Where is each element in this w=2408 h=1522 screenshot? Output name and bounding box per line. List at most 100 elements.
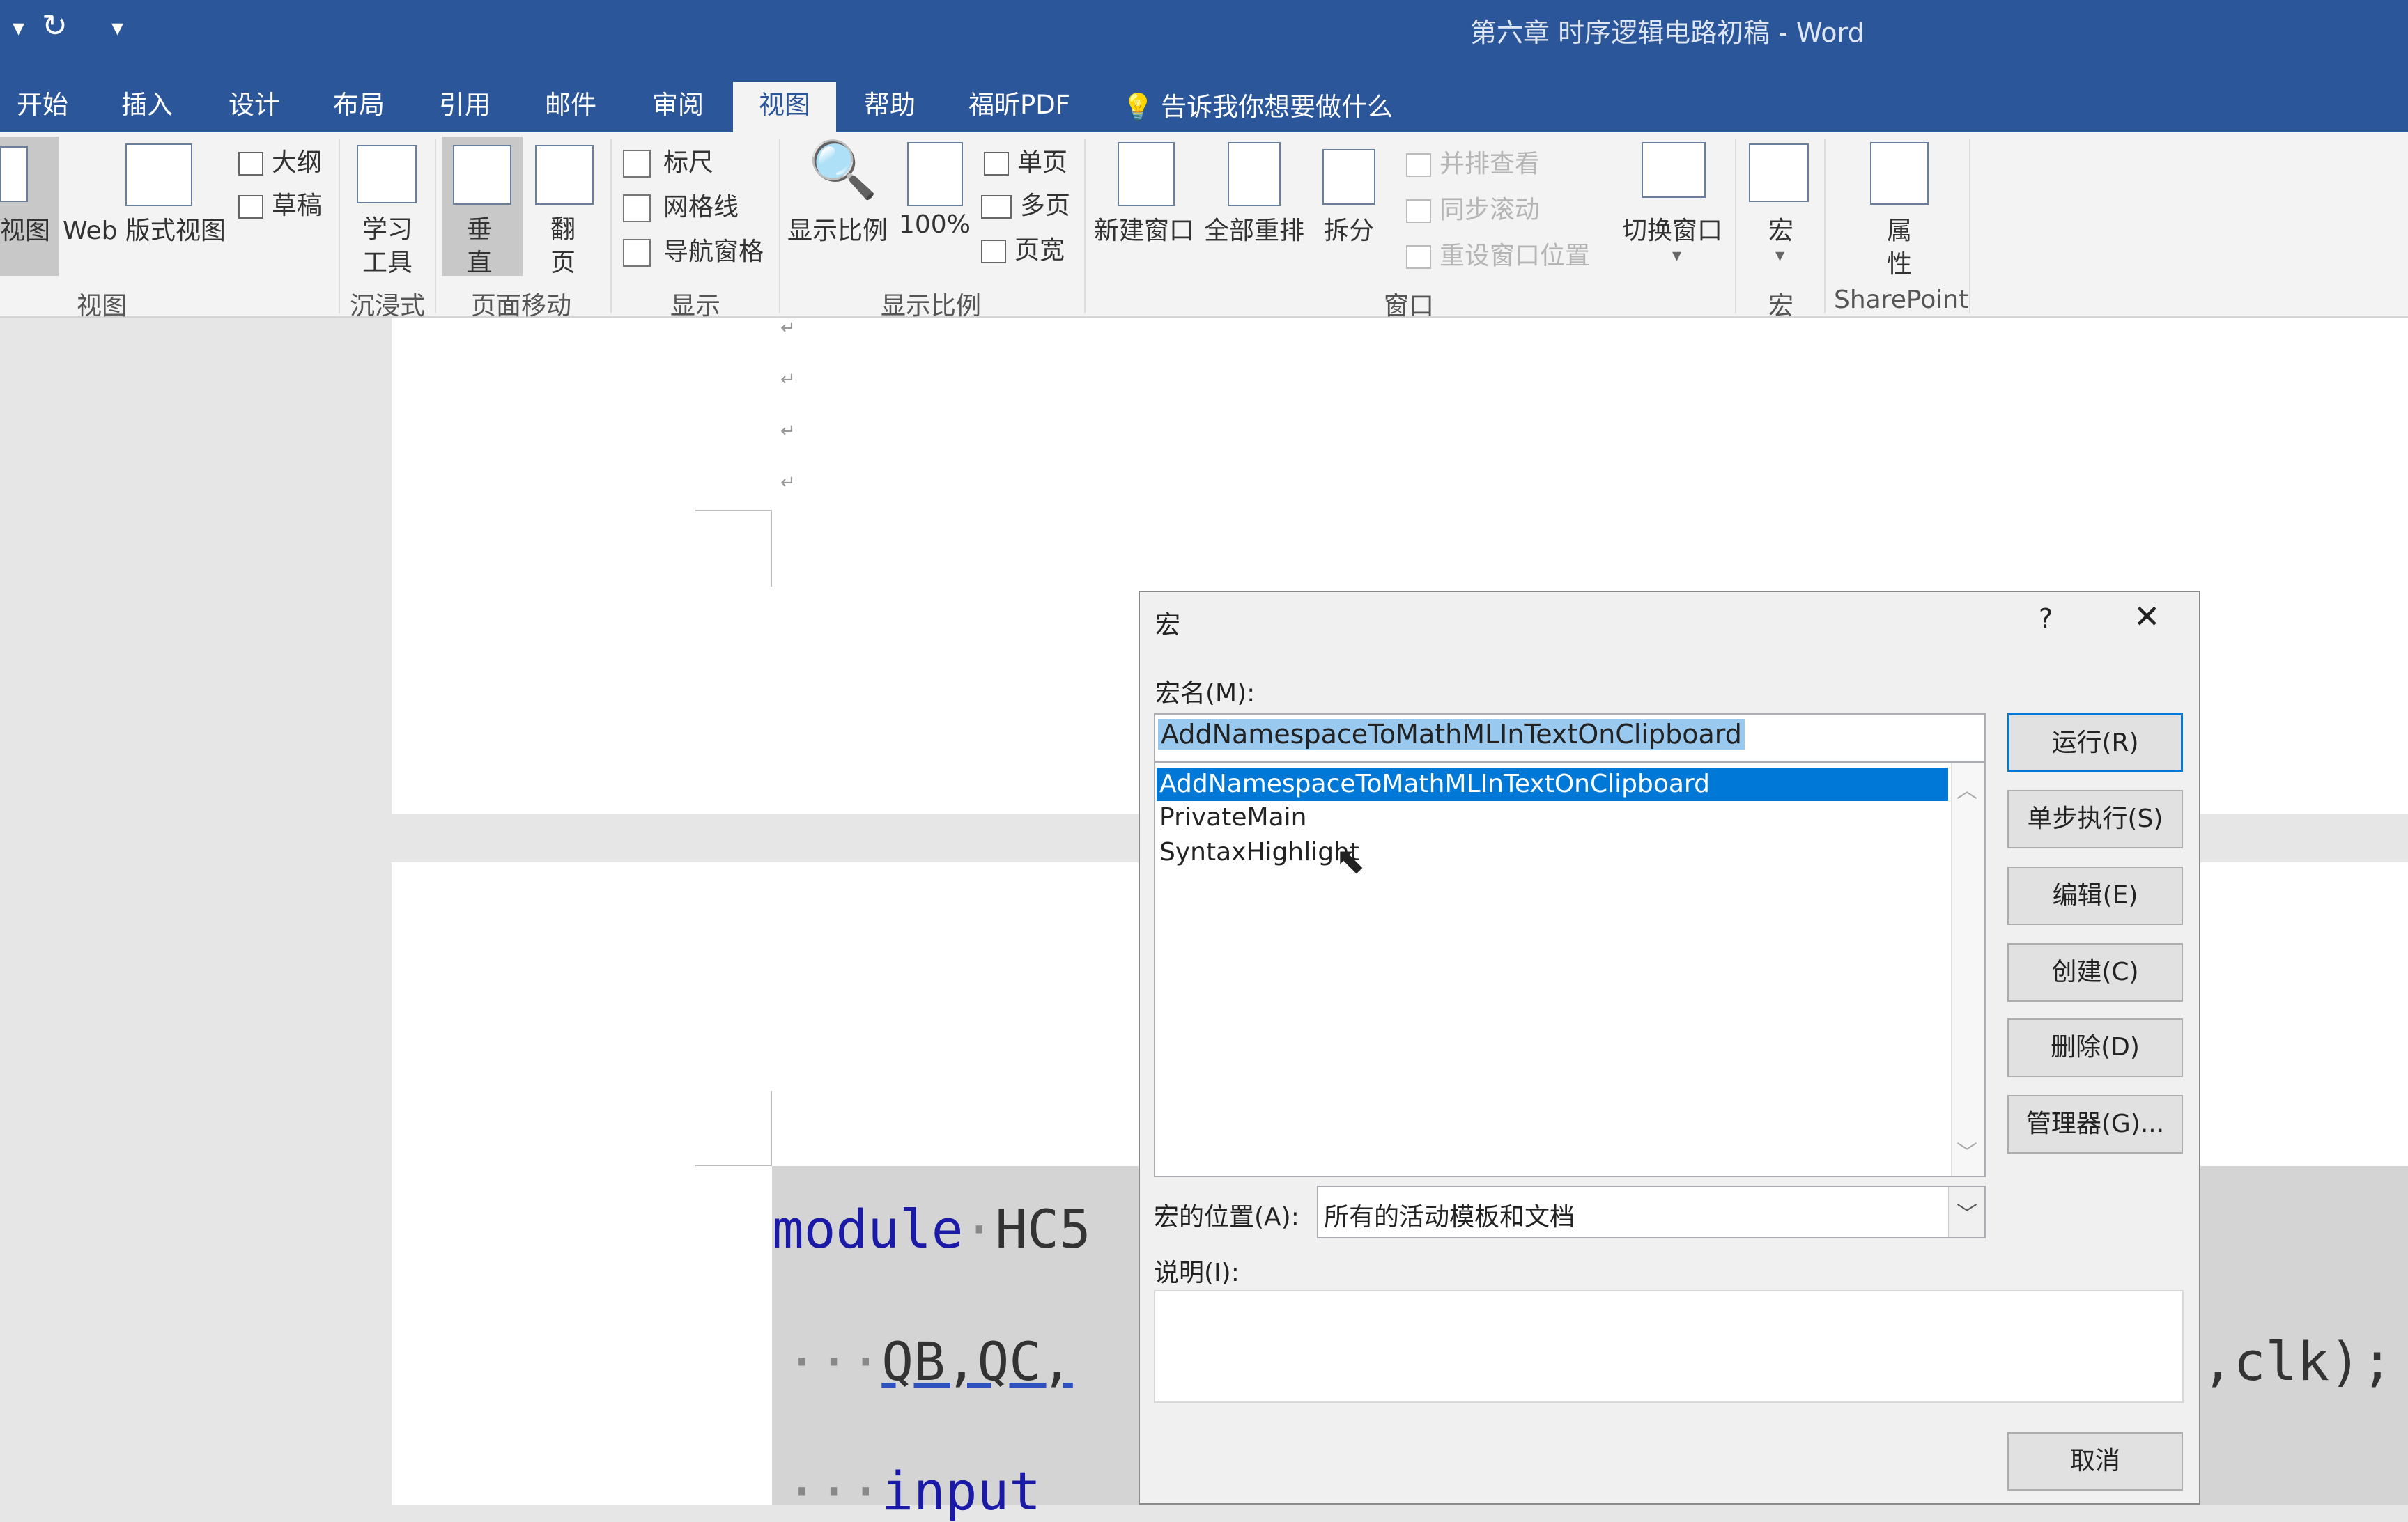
tab-foxit-pdf[interactable]: 福昕PDF — [953, 82, 1086, 132]
tab-references[interactable]: 引用 — [424, 82, 506, 132]
ruler-label: 标尺 — [663, 148, 714, 177]
redo-icon[interactable]: ↻ — [42, 8, 68, 44]
draft-button[interactable]: 草稿 — [238, 185, 322, 222]
gridlines-label: 网格线 — [663, 193, 739, 222]
outline-label: 大纲 — [272, 148, 323, 177]
run-button[interactable]: 运行(R) — [2007, 713, 2183, 772]
scroll-up-icon[interactable]: ︿ — [1957, 773, 1977, 804]
vertical-scroll-icon — [453, 145, 511, 205]
gridlines-check[interactable] — [623, 194, 651, 222]
zoom-100-button[interactable]: 100% — [899, 210, 971, 239]
tab-help[interactable]: 帮助 — [849, 82, 931, 132]
group-label-show: 显示 — [670, 292, 721, 320]
scroll-down-icon[interactable]: ﹀ — [1957, 1135, 1977, 1166]
ruler-checkbox[interactable]: 标尺 — [623, 142, 713, 178]
nav-pane-checkbox[interactable]: 导航窗格 — [623, 231, 764, 267]
group-label-window: 窗口 — [1384, 292, 1435, 320]
divider — [779, 139, 780, 313]
vertical-label-2: 直 — [467, 249, 493, 277]
draft-label: 草稿 — [272, 192, 323, 220]
tell-me-label: 告诉我你想要做什么 — [1161, 92, 1394, 122]
one-page-label: 单页 — [1017, 148, 1068, 177]
split-button[interactable]: 拆分 — [1324, 210, 1374, 247]
page-width-button[interactable]: 页宽 — [981, 230, 1065, 266]
switch-windows-button[interactable]: 切换窗口 — [1622, 210, 1722, 247]
ruler-check[interactable] — [623, 150, 651, 178]
description-label: 说明(I): — [1154, 1259, 1240, 1287]
nav-pane-check[interactable] — [623, 239, 651, 267]
tab-insert[interactable]: 插入 — [106, 82, 188, 132]
switch-windows-dropdown-icon[interactable]: ▾ — [1672, 245, 1681, 266]
flip-page-button[interactable]: 翻 — [550, 209, 576, 245]
learning-tools-button[interactable]: 学习 — [362, 209, 412, 245]
customize-arrow-icon[interactable]: ▾ — [13, 14, 24, 42]
reset-window-position-button[interactable]: 重设窗口位置 — [1406, 235, 1590, 272]
chevron-down-icon[interactable]: ﹀ — [1957, 1197, 1977, 1227]
properties-button[interactable]: 属 — [1887, 210, 1912, 247]
side-by-side-label: 并排查看 — [1440, 150, 1541, 178]
tell-me-box[interactable]: 💡 告诉我你想要做什么 — [1106, 82, 1408, 132]
web-layout-icon — [125, 143, 192, 206]
code-line-3: ···input — [786, 1460, 1042, 1522]
tab-view[interactable]: 视图 — [733, 82, 836, 132]
margin-guide — [695, 510, 772, 511]
list-item[interactable]: SyntaxHighlight — [1159, 836, 1359, 869]
delete-button[interactable]: 删除(D) — [2007, 1018, 2183, 1077]
code-line-2-right: ,clk); — [2202, 1330, 2393, 1392]
tab-home[interactable]: 开始 — [1, 82, 84, 132]
one-page-icon — [984, 152, 1009, 176]
organizer-button[interactable]: 管理器(G)... — [2007, 1095, 2183, 1154]
margin-guide — [695, 1165, 772, 1166]
tab-review[interactable]: 审阅 — [637, 82, 719, 132]
web-layout-button[interactable]: Web 版式视图 — [63, 210, 226, 247]
tab-layout[interactable]: 布局 — [318, 82, 400, 132]
sync-scroll-label: 同步滚动 — [1440, 196, 1541, 224]
macro-name-value: AddNamespaceToMathMLInTextOnClipboard — [1158, 719, 1745, 750]
paragraph-mark-icon: ↵ — [780, 472, 796, 493]
multi-page-button[interactable]: 多页 — [981, 185, 1070, 222]
edit-button[interactable]: 编辑(E) — [2007, 867, 2183, 925]
sync-scroll-button[interactable]: 同步滚动 — [1406, 189, 1540, 226]
description-box — [1154, 1290, 2184, 1403]
paragraph-mark-icon: ↵ — [780, 318, 796, 339]
cancel-button[interactable]: 取消 — [2007, 1432, 2183, 1491]
zoom-button[interactable]: 显示比例 — [787, 210, 888, 247]
gridlines-checkbox[interactable]: 网格线 — [623, 187, 739, 223]
list-item[interactable]: AddNamespaceToMathMLInTextOnClipboard — [1159, 768, 1710, 801]
step-into-button[interactable]: 单步执行(S) — [2007, 790, 2183, 848]
tab-design[interactable]: 设计 — [213, 82, 295, 132]
arrange-all-button[interactable]: 全部重排 — [1204, 210, 1304, 247]
sync-scroll-icon — [1406, 199, 1431, 223]
learning-tools-label-2: 工具 — [362, 249, 413, 277]
outline-button[interactable]: 大纲 — [238, 142, 322, 178]
one-page-button[interactable]: 单页 — [984, 142, 1067, 178]
help-button[interactable]: ? — [2039, 603, 2053, 634]
multi-page-icon — [981, 195, 1012, 219]
arrange-all-icon — [1228, 142, 1281, 206]
close-icon[interactable]: ✕ — [2133, 598, 2161, 635]
divider — [1084, 139, 1086, 313]
divider — [1824, 139, 1826, 313]
code-line-2: ···QB,QC, — [786, 1330, 1073, 1392]
side-by-side-button[interactable]: 并排查看 — [1406, 143, 1540, 180]
new-window-button[interactable]: 新建窗口 — [1094, 210, 1194, 247]
list-scrollbar[interactable] — [1951, 763, 1984, 1176]
outline-icon — [238, 152, 263, 176]
reset-window-position-label: 重设窗口位置 — [1440, 242, 1591, 270]
group-label-zoom: 显示比例 — [881, 292, 982, 320]
vertical-label-1: 垂 — [467, 215, 493, 244]
code-keyword: module — [772, 1198, 964, 1260]
mouse-cursor-icon: ⬉ — [1335, 840, 1366, 882]
margin-guide — [771, 510, 772, 587]
margin-guide — [771, 1091, 772, 1166]
lightbulb-icon: 💡 — [1122, 92, 1155, 122]
properties-label-2: 性 — [1887, 250, 1913, 279]
list-item[interactable]: PrivateMain — [1159, 801, 1306, 834]
group-label-views: 视图 — [77, 292, 128, 320]
quick-access-dropdown-icon[interactable]: ▾ — [111, 14, 123, 42]
macros-dropdown-icon[interactable]: ▾ — [1775, 245, 1784, 266]
tab-mailings[interactable]: 邮件 — [530, 82, 612, 132]
macros-button[interactable]: 宏 — [1768, 210, 1793, 247]
create-button[interactable]: 创建(C) — [2007, 943, 2183, 1002]
code-text: QB,QC, — [881, 1330, 1073, 1392]
